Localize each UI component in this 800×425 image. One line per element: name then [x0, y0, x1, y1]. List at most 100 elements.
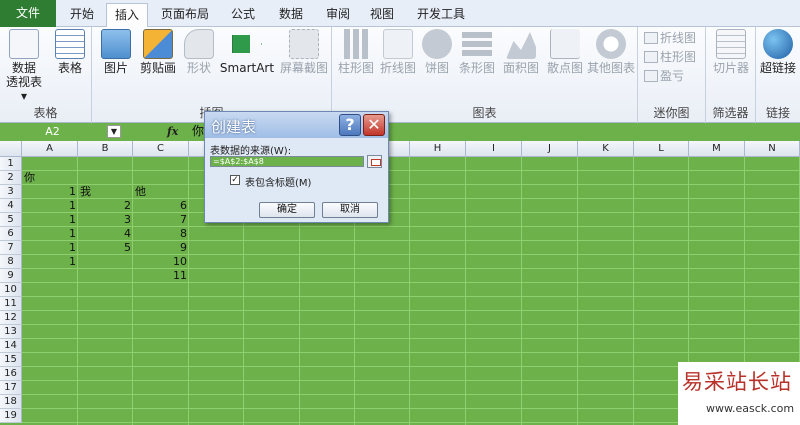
- row-header-4[interactable]: 4: [0, 199, 22, 213]
- cancel-button[interactable]: 取消: [322, 202, 378, 218]
- cell-C5[interactable]: 7: [133, 213, 189, 227]
- shapes-icon: [184, 29, 214, 59]
- row-header-13[interactable]: 13: [0, 325, 22, 339]
- tab-home[interactable]: 开始: [62, 3, 102, 27]
- bar-chart-button[interactable]: 条形图: [456, 29, 498, 75]
- cell-C9[interactable]: 11: [133, 269, 189, 283]
- bar-chart-label: 条形图: [458, 61, 495, 75]
- tab-developer[interactable]: 开发工具: [410, 3, 472, 27]
- pie-chart-button[interactable]: 饼图: [420, 29, 454, 75]
- column-header-A[interactable]: A: [22, 141, 78, 157]
- pivot-table-button[interactable]: 数据 透视表 ▾: [2, 29, 46, 103]
- tab-review[interactable]: 审阅: [318, 3, 358, 27]
- column-header-I[interactable]: I: [466, 141, 522, 157]
- tab-file[interactable]: 文件: [0, 0, 56, 27]
- tab-page-layout[interactable]: 页面布局: [154, 3, 216, 27]
- clipart-button[interactable]: 剪贴画: [136, 29, 180, 75]
- row-header-9[interactable]: 9: [0, 269, 22, 283]
- cell-A3[interactable]: 1: [22, 185, 78, 199]
- column-header-C[interactable]: C: [133, 141, 189, 157]
- table-button[interactable]: 表格: [50, 29, 90, 75]
- scatter-chart-label: 散点图: [546, 61, 583, 75]
- column-header-N[interactable]: N: [745, 141, 800, 157]
- column-header-B[interactable]: B: [78, 141, 133, 157]
- tab-insert[interactable]: 插入: [106, 3, 148, 28]
- tab-view[interactable]: 视图: [362, 3, 402, 27]
- cell-B3[interactable]: 我: [78, 185, 133, 199]
- picture-button[interactable]: 图片: [98, 29, 134, 75]
- has-headers-checkbox[interactable]: ✓: [230, 175, 240, 185]
- area-chart-label: 面积图: [502, 61, 539, 75]
- spark-column-button[interactable]: 柱形图: [644, 49, 696, 65]
- cell-C6[interactable]: 8: [133, 227, 189, 241]
- row-header-11[interactable]: 11: [0, 297, 22, 311]
- cell-C7[interactable]: 9: [133, 241, 189, 255]
- area-chart-button[interactable]: 面积图: [500, 29, 542, 75]
- cell-B5[interactable]: 3: [78, 213, 133, 227]
- row-header-17[interactable]: 17: [0, 381, 22, 395]
- cell-C4[interactable]: 6: [133, 199, 189, 213]
- cell-C3[interactable]: 他: [133, 185, 189, 199]
- insert-function-icon[interactable]: fx: [167, 124, 181, 139]
- column-header-J[interactable]: J: [522, 141, 578, 157]
- select-all-corner[interactable]: [0, 141, 22, 157]
- spark-winloss-label: 盈亏: [660, 69, 685, 83]
- tab-data[interactable]: 数据: [270, 3, 312, 27]
- tables-group-label: 表格: [33, 106, 58, 120]
- row-header-5[interactable]: 5: [0, 213, 22, 227]
- other-charts-button[interactable]: 其他图表: [586, 29, 636, 75]
- shapes-button[interactable]: 形状: [182, 29, 216, 75]
- line-chart-button[interactable]: 折线图: [378, 29, 418, 75]
- row-header-2[interactable]: 2: [0, 171, 22, 185]
- row-header-18[interactable]: 18: [0, 395, 22, 409]
- column-header-H[interactable]: H: [410, 141, 466, 157]
- close-icon[interactable]: ✕: [363, 114, 385, 136]
- row-header-8[interactable]: 8: [0, 255, 22, 269]
- smartart-button[interactable]: SmartArt: [218, 29, 276, 75]
- cell-A7[interactable]: 1: [22, 241, 78, 255]
- cell-A5[interactable]: 1: [22, 213, 78, 227]
- scatter-chart-button[interactable]: 散点图: [544, 29, 586, 75]
- column-header-K[interactable]: K: [578, 141, 634, 157]
- grid-row-line: [22, 296, 800, 297]
- row-header-15[interactable]: 15: [0, 353, 22, 367]
- row-header-19[interactable]: 19: [0, 409, 22, 423]
- filter-group: 切片器 筛选器: [706, 27, 756, 123]
- slicer-button[interactable]: 切片器: [710, 29, 752, 75]
- cell-A4[interactable]: 1: [22, 199, 78, 213]
- cell-B4[interactable]: 2: [78, 199, 133, 213]
- cell-C8[interactable]: 10: [133, 255, 189, 269]
- screenshot-button[interactable]: 屏幕截图: [278, 29, 330, 75]
- row-header-7[interactable]: 7: [0, 241, 22, 255]
- hyperlink-button[interactable]: 超链接: [756, 29, 800, 75]
- row-header-1[interactable]: 1: [0, 157, 22, 171]
- spark-line-button[interactable]: 折线图: [644, 30, 696, 46]
- has-headers-label[interactable]: 表包含标题(M): [245, 174, 311, 189]
- row-header-10[interactable]: 10: [0, 283, 22, 297]
- formula-input[interactable]: 你: [192, 124, 204, 139]
- cell-A2[interactable]: 你: [22, 171, 78, 185]
- cell-B7[interactable]: 5: [78, 241, 133, 255]
- range-picker-icon[interactable]: [367, 155, 382, 168]
- column-header-M[interactable]: M: [689, 141, 745, 157]
- cell-A8[interactable]: 1: [22, 255, 78, 269]
- row-header-16[interactable]: 16: [0, 367, 22, 381]
- column-header-L[interactable]: L: [634, 141, 689, 157]
- row-header-6[interactable]: 6: [0, 227, 22, 241]
- help-icon[interactable]: ?: [339, 114, 361, 136]
- other-charts-icon: [596, 29, 626, 59]
- ok-button[interactable]: 确定: [259, 202, 315, 218]
- column-chart-button[interactable]: 柱形图: [336, 29, 376, 75]
- row-header-12[interactable]: 12: [0, 311, 22, 325]
- range-input[interactable]: =$A$2:$A$8: [210, 156, 364, 167]
- row-header-14[interactable]: 14: [0, 339, 22, 353]
- pie-chart-icon: [422, 29, 452, 59]
- tab-formulas[interactable]: 公式: [222, 3, 264, 27]
- spark-winloss-button[interactable]: 盈亏: [644, 68, 684, 84]
- cell-A6[interactable]: 1: [22, 227, 78, 241]
- name-box-dropdown-icon[interactable]: ▼: [107, 125, 121, 138]
- row-header-3[interactable]: 3: [0, 185, 22, 199]
- grid-row-line: [22, 310, 800, 311]
- cell-B6[interactable]: 4: [78, 227, 133, 241]
- name-box[interactable]: A2: [0, 124, 105, 139]
